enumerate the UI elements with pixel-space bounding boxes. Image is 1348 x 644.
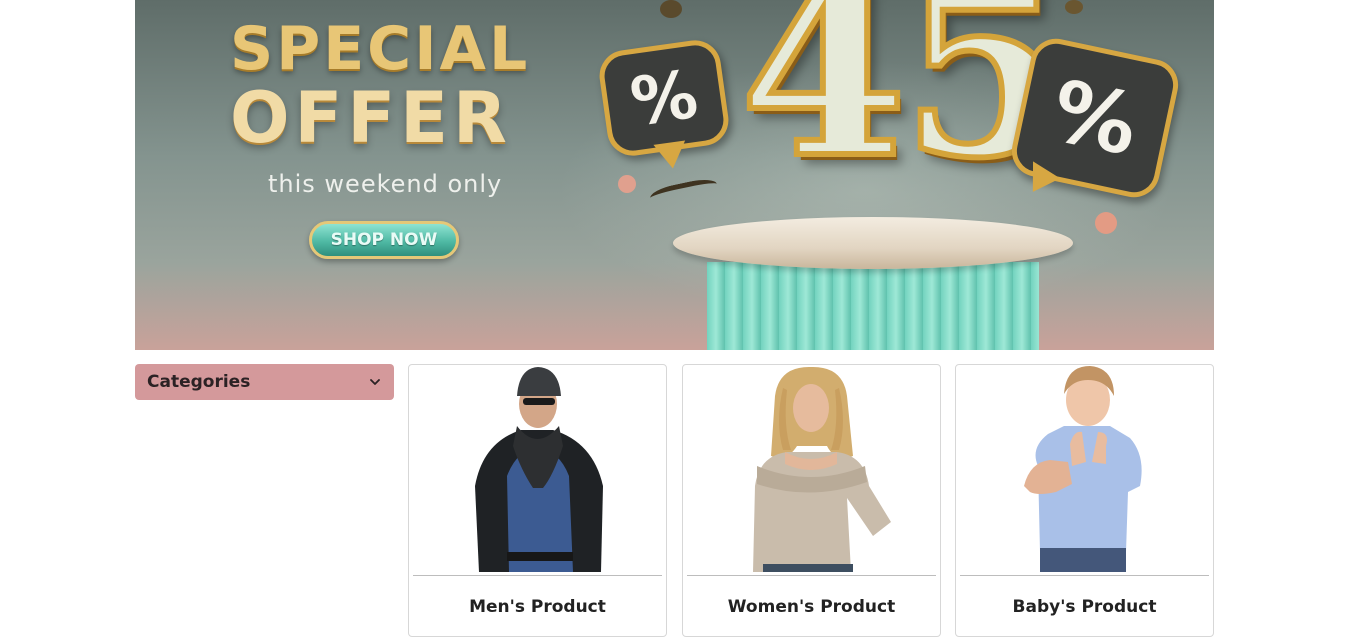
percent-bubble-right: % xyxy=(1007,33,1183,203)
product-card-baby[interactable]: Baby's Product xyxy=(955,364,1214,637)
product-title[interactable]: Men's Product xyxy=(409,597,666,617)
product-image-men[interactable] xyxy=(413,366,662,572)
podium-base xyxy=(707,262,1039,350)
shop-now-button[interactable]: SHOP NOW xyxy=(309,221,459,259)
card-divider xyxy=(413,575,662,576)
promo-banner[interactable]: SPECIAL OFFER this weekend only SHOP NOW… xyxy=(135,0,1214,350)
product-card-women[interactable]: Women's Product xyxy=(682,364,941,637)
product-title[interactable]: Baby's Product xyxy=(956,597,1213,617)
percent-icon: % xyxy=(596,37,732,159)
percent-bubble-left: % xyxy=(596,37,732,171)
product-image-baby[interactable] xyxy=(960,366,1209,572)
banner-headline-special: SPECIAL xyxy=(230,14,531,84)
confetti-decoration xyxy=(1065,0,1083,14)
product-title[interactable]: Women's Product xyxy=(683,597,940,617)
bubble-tail xyxy=(653,140,689,171)
product-image-women[interactable] xyxy=(687,366,936,572)
sphere-decoration xyxy=(1095,212,1117,234)
sphere-decoration xyxy=(618,175,636,193)
categories-dropdown[interactable]: Categories xyxy=(135,364,394,400)
categories-label: Categories xyxy=(147,372,251,392)
card-divider xyxy=(687,575,936,576)
card-divider xyxy=(960,575,1209,576)
chevron-down-icon[interactable] xyxy=(368,375,382,389)
banner-headline-offer: OFFER xyxy=(230,77,512,159)
confetti-decoration xyxy=(660,0,682,18)
banner-subtitle: this weekend only xyxy=(268,170,503,198)
product-card-men[interactable]: Men's Product xyxy=(408,364,667,637)
podium-top xyxy=(673,217,1073,269)
